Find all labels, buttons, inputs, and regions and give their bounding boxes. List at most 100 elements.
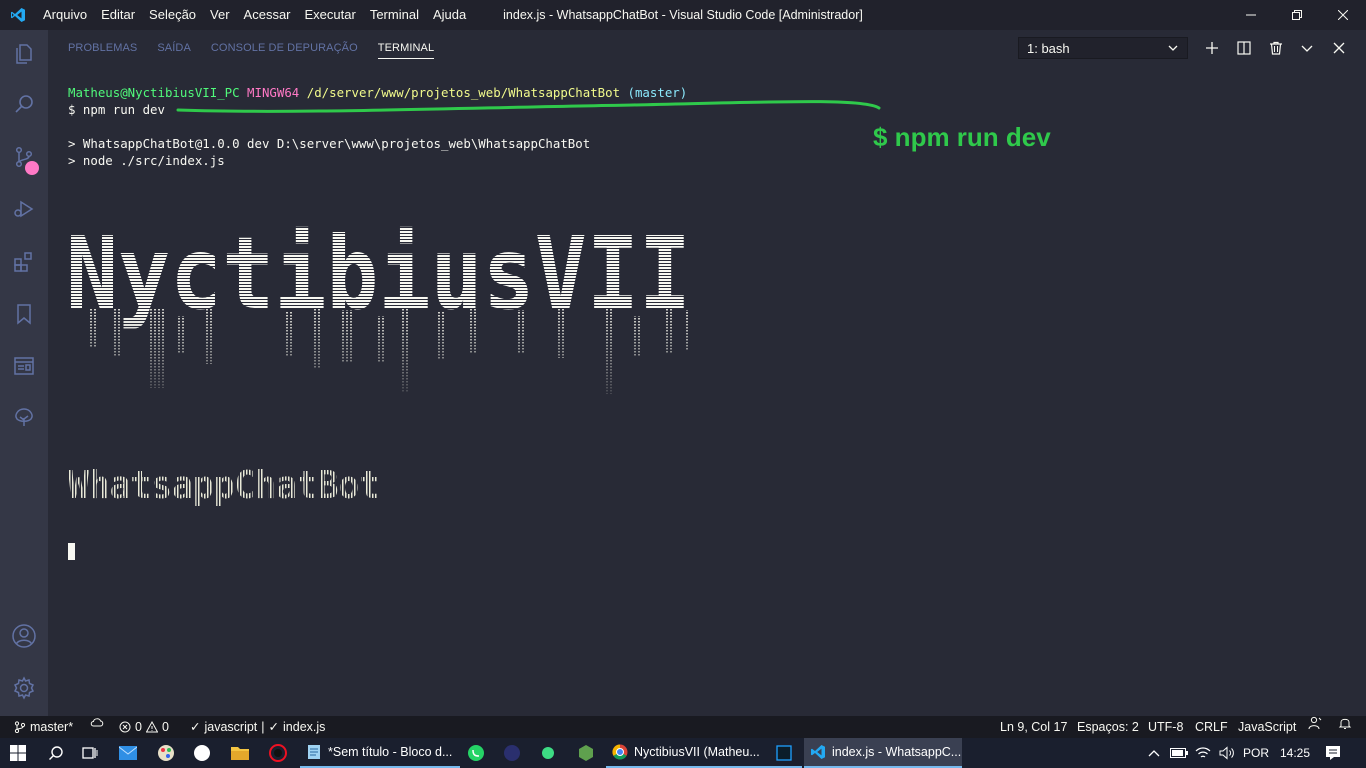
chrome-title: NyctibiusVII (Matheu... (634, 745, 760, 759)
run-debug-icon[interactable] (0, 185, 48, 233)
file-explorer-icon[interactable] (224, 738, 256, 768)
account-icon[interactable] (0, 612, 48, 660)
window-controls (1228, 0, 1366, 30)
menu-ver[interactable]: Ver (203, 0, 237, 30)
split-terminal-button[interactable] (1232, 36, 1256, 60)
green-dot-app-icon[interactable] (532, 738, 564, 768)
feedback-button[interactable] (1308, 716, 1322, 730)
language-mode[interactable]: JavaScript (1238, 716, 1296, 738)
tab-saida[interactable]: SAÍDA (157, 30, 191, 66)
bookmarks-icon[interactable] (0, 290, 48, 338)
search-icon[interactable] (0, 80, 48, 128)
record-app-icon[interactable] (262, 738, 294, 768)
tab-console-depuracao[interactable]: CONSOLE DE DEPURAÇÃO (211, 30, 358, 66)
lint-language: javascript (204, 720, 258, 734)
panel-tabs: PROBLEMAS SAÍDA CONSOLE DE DEPURAÇÃO TER… (68, 30, 454, 66)
input-language[interactable]: POR (1243, 738, 1269, 768)
vscode-title: index.js - WhatsappC... (832, 745, 962, 759)
panel-header: PROBLEMAS SAÍDA CONSOLE DE DEPURAÇÃO TER… (48, 30, 1366, 66)
extensions-icon[interactable] (0, 238, 48, 286)
command-line: $ npm run dev (68, 102, 165, 117)
tab-problemas[interactable]: PROBLEMAS (68, 30, 137, 66)
bell-icon (1338, 718, 1352, 729)
windows-start-button[interactable] (0, 738, 36, 768)
git-branch-icon (14, 721, 26, 733)
vscode-icon (811, 745, 825, 759)
taskbar-search-button[interactable] (40, 738, 72, 768)
close-icon (1333, 42, 1345, 54)
nodejs-app-icon[interactable] (570, 738, 602, 768)
problems-indicator[interactable]: 0 0 (119, 716, 169, 738)
tray-overflow-chevron-icon[interactable] (1144, 738, 1164, 768)
menu-arquivo[interactable]: Arquivo (36, 0, 94, 30)
terminal-app-icon[interactable] (768, 738, 800, 768)
menu-ajuda[interactable]: Ajuda (426, 0, 473, 30)
tree-icon[interactable] (0, 394, 48, 442)
trash-icon (1270, 41, 1282, 55)
taskbar-notepad[interactable]: *Sem título - Bloco d... (300, 738, 460, 768)
task-view-icon (82, 747, 98, 759)
terminal-select[interactable]: 1: bash (1018, 37, 1188, 59)
chevron-down-icon (1168, 45, 1178, 51)
source-control-icon[interactable] (0, 133, 48, 181)
title-bar: Arquivo Editar Seleção Ver Acessar Execu… (0, 0, 1366, 30)
menu-bar: Arquivo Editar Seleção Ver Acessar Execu… (36, 0, 473, 30)
plus-icon (1206, 42, 1218, 54)
vscode-logo-icon (0, 0, 36, 30)
ascii-subtitle: WhatsappChatBot (68, 463, 380, 506)
action-center-icon[interactable] (1318, 738, 1348, 768)
encoding[interactable]: UTF-8 (1148, 716, 1183, 738)
lint-file: index.js (283, 720, 326, 734)
menu-selecao[interactable]: Seleção (142, 0, 203, 30)
status-branch-label: master* (30, 720, 74, 734)
tab-terminal[interactable]: TERMINAL (377, 38, 435, 59)
output-line-1: > WhatsappChatBot@1.0.0 dev D:\server\ww… (68, 136, 591, 151)
close-window-button[interactable] (1320, 0, 1366, 30)
restore-button[interactable] (1274, 0, 1320, 30)
wifi-icon[interactable] (1192, 738, 1214, 768)
status-branch[interactable]: master* (14, 716, 73, 738)
manage-gear-icon[interactable] (0, 664, 48, 712)
notepad-title: *Sem título - Bloco d... (328, 745, 453, 759)
terminal-select-value: 1: bash (1027, 40, 1070, 56)
clock[interactable]: 14:25 (1280, 738, 1310, 768)
indentation[interactable]: Espaços: 2 (1077, 716, 1139, 738)
new-terminal-button[interactable] (1200, 36, 1224, 60)
activity-bar (0, 30, 48, 716)
subtitle-text: WhatsappChatBot (68, 463, 380, 506)
end-of-line[interactable]: CRLF (1195, 716, 1228, 738)
dark-circle-app-icon[interactable] (496, 738, 528, 768)
notifications-button[interactable] (1338, 716, 1352, 730)
minimize-button[interactable] (1228, 0, 1274, 30)
maximize-panel-button[interactable] (1295, 36, 1319, 60)
mail-app-icon[interactable] (112, 738, 144, 768)
battery-icon[interactable] (1168, 738, 1190, 768)
search-icon (49, 746, 63, 760)
white-circle-app-icon[interactable] (186, 738, 218, 768)
taskbar-vscode[interactable]: index.js - WhatsappC... (804, 738, 962, 768)
task-view-button[interactable] (74, 738, 106, 768)
kill-terminal-button[interactable] (1264, 36, 1288, 60)
terminal-cursor (68, 543, 75, 560)
terminal-view[interactable]: Matheus@NyctibiusVII_PC MINGW64 /d/serve… (48, 66, 1366, 716)
output-line-2: > node ./src/index.js (68, 153, 225, 168)
cursor-position[interactable]: Ln 9, Col 17 (1000, 716, 1067, 738)
remote-explorer-icon[interactable] (0, 342, 48, 390)
annotation-underline (176, 100, 881, 113)
lint-status[interactable]: ✓ javascript | ✓ index.js (190, 716, 325, 738)
paint-app-icon[interactable] (150, 738, 182, 768)
close-panel-button[interactable] (1327, 36, 1351, 60)
volume-icon[interactable] (1216, 738, 1238, 768)
scm-badge (25, 161, 39, 175)
explorer-icon[interactable] (0, 30, 48, 78)
status-bar: master* 0 0 ✓ javascript | ✓ index.js Ln… (0, 716, 1366, 738)
error-icon (119, 721, 131, 733)
check-icon: ✓ (268, 720, 280, 734)
whatsapp-app-icon[interactable] (460, 738, 492, 768)
sync-button[interactable] (90, 716, 104, 728)
menu-executar[interactable]: Executar (298, 0, 363, 30)
menu-editar[interactable]: Editar (94, 0, 142, 30)
menu-acessar[interactable]: Acessar (237, 0, 298, 30)
menu-terminal[interactable]: Terminal (363, 0, 426, 30)
ascii-banner: NyctibiusVII (66, 216, 691, 394)
